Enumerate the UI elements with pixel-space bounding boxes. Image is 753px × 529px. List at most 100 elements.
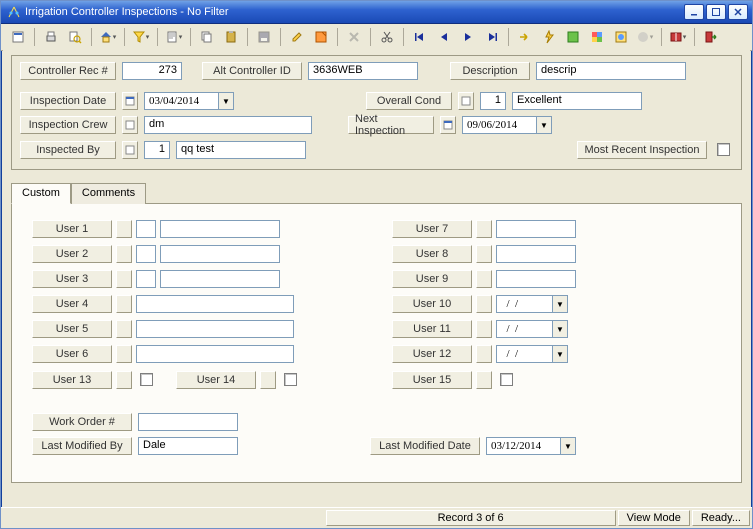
module-multi-icon[interactable] [586, 26, 608, 48]
user8-picker[interactable] [476, 245, 492, 263]
tab-custom[interactable]: Custom [11, 183, 71, 204]
globe-dim-icon[interactable] [634, 26, 656, 48]
dropdown-icon[interactable]: ▼ [552, 345, 568, 363]
work-order-label: Work Order # [32, 413, 132, 431]
user14-picker[interactable] [260, 371, 276, 389]
dropdown-icon[interactable]: ▼ [552, 320, 568, 338]
doc-dropdown-icon[interactable] [163, 26, 185, 48]
user9-picker[interactable] [476, 270, 492, 288]
overall-cond-picker[interactable] [458, 92, 474, 110]
user15-picker[interactable] [476, 371, 492, 389]
nav-first-icon[interactable] [409, 26, 431, 48]
header-panel: Controller Rec # 273 Alt Controller ID 3… [11, 55, 742, 170]
dropdown-icon[interactable]: ▼ [536, 116, 552, 134]
dropdown-icon[interactable]: ▼ [218, 92, 234, 110]
dropdown-icon[interactable]: ▼ [552, 295, 568, 313]
inspection-date-label: Inspection Date [20, 92, 116, 110]
user3-value[interactable] [160, 270, 280, 288]
nav-prev-icon[interactable] [433, 26, 455, 48]
user12-date[interactable] [496, 345, 552, 363]
user14-checkbox[interactable] [284, 373, 297, 386]
user13-checkbox[interactable] [140, 373, 153, 386]
close-button[interactable] [728, 4, 748, 20]
tab-comments[interactable]: Comments [71, 183, 146, 204]
help-book-icon[interactable] [667, 26, 689, 48]
inspection-crew-picker[interactable] [122, 116, 138, 134]
user12-picker[interactable] [476, 345, 492, 363]
app-icon [7, 5, 21, 19]
user10-date[interactable] [496, 295, 552, 313]
edit-pencil-icon[interactable] [286, 26, 308, 48]
filter-funnel-icon[interactable] [130, 26, 152, 48]
home-dropdown-icon[interactable] [97, 26, 119, 48]
user3-picker[interactable] [116, 270, 132, 288]
tab-custom-panel: User 1 User 2 User 3 User 4 User 5 User … [11, 203, 742, 483]
most-recent-checkbox[interactable] [717, 143, 730, 156]
user2-picker[interactable] [116, 245, 132, 263]
user2-code[interactable] [136, 245, 156, 263]
user9-value[interactable] [496, 270, 576, 288]
user1-value[interactable] [160, 220, 280, 238]
user7-picker[interactable] [476, 220, 492, 238]
print-preview-icon[interactable] [64, 26, 86, 48]
inspected-by-picker[interactable] [122, 141, 138, 159]
refresh-bolt-icon[interactable] [538, 26, 560, 48]
user10-label: User 10 [392, 295, 472, 313]
print-icon[interactable] [40, 26, 62, 48]
app-window: Irrigation Controller Inspections - No F… [0, 0, 753, 529]
inspected-by-num[interactable]: 1 [144, 141, 170, 159]
user4-value[interactable] [136, 295, 294, 313]
nav-last-icon[interactable] [481, 26, 503, 48]
user8-label: User 8 [392, 245, 472, 263]
user15-checkbox[interactable] [500, 373, 513, 386]
next-inspection-input[interactable] [462, 116, 536, 134]
user11-picker[interactable] [476, 320, 492, 338]
next-inspection-field[interactable]: ▼ [462, 116, 552, 134]
user3-label: User 3 [32, 270, 112, 288]
goto-arrow-icon[interactable] [514, 26, 536, 48]
user6-value[interactable] [136, 345, 294, 363]
user10-picker[interactable] [476, 295, 492, 313]
minimize-button[interactable] [684, 4, 704, 20]
last-modified-by-label: Last Modified By [32, 437, 132, 455]
user11-date[interactable] [496, 320, 552, 338]
user3-code[interactable] [136, 270, 156, 288]
user13-picker[interactable] [116, 371, 132, 389]
cut-scissors-icon[interactable] [376, 26, 398, 48]
user8-value[interactable] [496, 245, 576, 263]
window-title: Irrigation Controller Inspections - No F… [25, 6, 682, 18]
user11-label: User 11 [392, 320, 472, 338]
user2-value[interactable] [160, 245, 280, 263]
inspection-crew-value[interactable]: dm [144, 116, 312, 134]
paste-icon[interactable] [220, 26, 242, 48]
delete-x-icon[interactable] [343, 26, 365, 48]
inspection-date-field[interactable]: ▼ [144, 92, 234, 110]
user1-picker[interactable] [116, 220, 132, 238]
user7-value[interactable] [496, 220, 576, 238]
world-icon[interactable] [610, 26, 632, 48]
notes-icon[interactable] [310, 26, 332, 48]
user5-picker[interactable] [116, 320, 132, 338]
copy-icon[interactable] [196, 26, 218, 48]
dropdown-icon[interactable]: ▼ [560, 437, 576, 455]
exit-door-icon[interactable] [700, 26, 722, 48]
user1-code[interactable] [136, 220, 156, 238]
user5-value[interactable] [136, 320, 294, 338]
form-icon[interactable] [7, 26, 29, 48]
next-inspection-picker[interactable] [440, 116, 456, 134]
save-icon[interactable] [253, 26, 275, 48]
user6-picker[interactable] [116, 345, 132, 363]
nav-next-icon[interactable] [457, 26, 479, 48]
last-modified-date-label: Last Modified Date [370, 437, 480, 455]
description-value: descrip [536, 62, 686, 80]
controller-rec-label: Controller Rec # [20, 62, 116, 80]
work-order-value[interactable] [138, 413, 238, 431]
inspection-date-picker[interactable] [122, 92, 138, 110]
user4-picker[interactable] [116, 295, 132, 313]
module-green-icon[interactable] [562, 26, 584, 48]
inspection-date-input[interactable] [144, 92, 218, 110]
overall-cond-num[interactable]: 1 [480, 92, 506, 110]
last-modified-date-input[interactable] [486, 437, 560, 455]
last-modified-date-field: ▼ [486, 437, 576, 455]
maximize-button[interactable] [706, 4, 726, 20]
